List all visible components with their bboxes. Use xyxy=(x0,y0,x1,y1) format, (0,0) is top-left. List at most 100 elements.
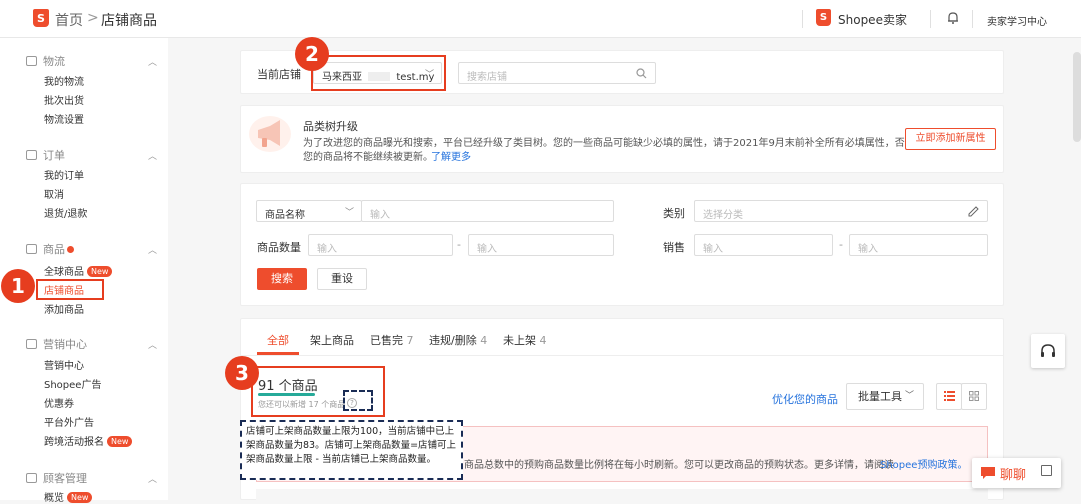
notice-body-line2: 您的商品将不能继续被更新。 xyxy=(303,152,433,163)
new-badge: New xyxy=(107,436,133,447)
grid-view-button[interactable] xyxy=(961,383,987,410)
sidebar-item-logistics-settings[interactable]: 物流设置 xyxy=(44,111,84,126)
active-tab-indicator xyxy=(257,352,299,355)
sidebar-section-marketing[interactable]: 营销中心 xyxy=(26,336,87,352)
product-name-select[interactable]: 商品名称 ﹀ xyxy=(256,200,362,222)
chat-widget[interactable]: 聊聊 xyxy=(972,458,1061,488)
notice-title: 品类树升级 xyxy=(303,120,358,133)
sales-min-input[interactable]: 输入 xyxy=(694,234,833,256)
notice-body-line1: 为了改进您的商品曝光和搜索，平台已经升级了类目树。您的一些商品可能缺少必填的属性… xyxy=(303,138,915,149)
list-view-button[interactable] xyxy=(936,383,962,410)
sidebar-item-my-orders[interactable]: 我的订单 xyxy=(44,167,84,182)
sidebar-item-batch-shipping[interactable]: 批次出货 xyxy=(44,92,84,107)
sidebar-item-add-product[interactable]: 添加商品 xyxy=(44,301,84,316)
annotation-badge-1: 1 xyxy=(1,269,35,303)
annotation-box-2 xyxy=(311,55,446,91)
sidebar-item-cancellations[interactable]: 取消 xyxy=(44,186,64,201)
tab-live[interactable]: 架上商品 xyxy=(310,332,354,348)
store-search-input[interactable]: 搜索店铺 xyxy=(458,62,656,84)
category-label: 类别 xyxy=(663,207,685,220)
divider xyxy=(802,10,803,28)
edit-icon[interactable] xyxy=(968,206,979,217)
tag-icon xyxy=(26,339,37,349)
annotation-badge-2: 2 xyxy=(295,37,329,71)
grid-view-icon xyxy=(969,391,979,401)
top-bar: S 首页 > 店铺商品 S Shopee卖家 卖家学习中心 xyxy=(0,0,1081,38)
chat-label: 聊聊 xyxy=(1000,468,1027,483)
bell-icon[interactable] xyxy=(946,11,960,25)
search-button[interactable]: 搜索 xyxy=(257,268,307,290)
sidebar-item-campaign-signup[interactable]: 跨境活动报名 New xyxy=(44,433,133,448)
seller-learning-center-link[interactable]: 卖家学习中心 xyxy=(987,13,1047,28)
tab-violations[interactable]: 违规/删除 4 xyxy=(429,332,487,348)
sidebar-section-orders[interactable]: 订单 xyxy=(26,147,65,163)
shopee-brand-icon: S xyxy=(816,9,831,26)
sidebar-item-global-products[interactable]: 全球商品 New xyxy=(44,263,113,278)
sidebar-section-logistics[interactable]: 物流 xyxy=(26,53,65,69)
chevron-up-icon[interactable]: ︿ xyxy=(148,55,157,68)
breadcrumb-home[interactable]: 首页 xyxy=(55,10,83,30)
category-select[interactable]: 选择分类 xyxy=(694,200,988,222)
store-label: 当前店铺 xyxy=(257,68,301,81)
support-button[interactable] xyxy=(1031,334,1065,368)
sales-max-input[interactable]: 输入 xyxy=(849,234,988,256)
product-name-input[interactable]: 输入 xyxy=(361,200,614,222)
chevron-down-icon: ﹀ xyxy=(904,391,914,401)
sidebar-item-shopee-ads[interactable]: Shopee广告 xyxy=(44,376,101,391)
quantity-max-input[interactable]: 输入 xyxy=(468,234,614,256)
tab-all[interactable]: 全部 xyxy=(267,332,289,348)
person-icon xyxy=(26,473,37,483)
new-badge: New xyxy=(67,492,93,503)
chevron-up-icon[interactable]: ︿ xyxy=(148,338,157,351)
range-dash: - xyxy=(457,238,461,251)
batch-tools-dropdown[interactable]: 批量工具 ﹀ xyxy=(846,383,924,410)
divider xyxy=(972,10,973,28)
breadcrumb-current: 店铺商品 xyxy=(101,13,157,29)
sidebar-item-returns[interactable]: 退货/退款 xyxy=(44,205,87,220)
brand-name: Shopee卖家 xyxy=(838,13,907,27)
optimize-products-link[interactable]: 优化您的商品 xyxy=(772,391,838,407)
sidebar-item-overview[interactable]: 概览 New xyxy=(44,489,93,504)
reset-button[interactable]: 重设 xyxy=(317,268,367,290)
tab-sold-out[interactable]: 已售完 7 xyxy=(370,332,414,348)
sidebar-section-products[interactable]: 商品 xyxy=(26,241,74,257)
sales-label: 销售 xyxy=(663,241,685,254)
sidebar-item-vouchers[interactable]: 优惠券 xyxy=(44,395,74,410)
search-icon[interactable] xyxy=(636,68,647,79)
quantity-label: 商品数量 xyxy=(257,241,301,254)
chevron-down-icon: ﹀ xyxy=(344,208,354,218)
chevron-up-icon[interactable]: ︿ xyxy=(148,472,157,485)
help-icon-highlight xyxy=(343,390,373,411)
bag-icon xyxy=(26,244,37,254)
new-badge: New xyxy=(87,266,113,277)
quantity-min-input[interactable]: 输入 xyxy=(308,234,453,256)
chevron-up-icon[interactable]: ︿ xyxy=(148,149,157,162)
quota-tooltip: 店铺可上架商品数量上限为100，当前店铺中已上架商品数量为83。店铺可上架商品数… xyxy=(240,420,463,480)
breadcrumb-separator: > xyxy=(87,10,99,26)
notification-dot xyxy=(67,246,74,253)
table-header xyxy=(256,489,988,500)
shopee-logo-icon[interactable]: S xyxy=(33,9,49,27)
tab-divider xyxy=(240,355,1004,356)
sidebar-item-my-logistics[interactable]: 我的物流 xyxy=(44,73,84,88)
range-dash: - xyxy=(839,238,843,251)
sidebar-item-offsite-ads[interactable]: 平台外广告 xyxy=(44,414,94,429)
preorder-alert-text: 商品总数中的预购商品数量比例将在每小时刷新。您可以更改商品的预购状态。更多详情，… xyxy=(464,460,894,471)
chevron-up-icon[interactable]: ︿ xyxy=(148,243,157,256)
list-view-icon xyxy=(943,391,955,401)
expand-chat-icon[interactable] xyxy=(1041,465,1052,476)
learn-more-link[interactable]: 了解更多 xyxy=(431,148,471,163)
clipboard-icon xyxy=(26,150,37,160)
divider xyxy=(930,10,931,28)
add-attributes-button[interactable]: 立即添加新属性 xyxy=(905,128,996,150)
sidebar-section-customers[interactable]: 顾客管理 xyxy=(26,470,87,486)
preorder-policy-link[interactable]: Shopee预购政策。 xyxy=(880,456,967,471)
sidebar-item-marketing-center[interactable]: 营销中心 xyxy=(44,357,84,372)
annotation-box-1 xyxy=(36,279,104,300)
annotation-badge-3: 3 xyxy=(225,356,259,390)
headset-icon xyxy=(1041,344,1055,357)
truck-icon xyxy=(26,56,37,66)
tab-unlisted[interactable]: 未上架 4 xyxy=(503,332,547,348)
page-scrollbar[interactable] xyxy=(1073,52,1081,142)
megaphone-icon xyxy=(249,116,291,152)
